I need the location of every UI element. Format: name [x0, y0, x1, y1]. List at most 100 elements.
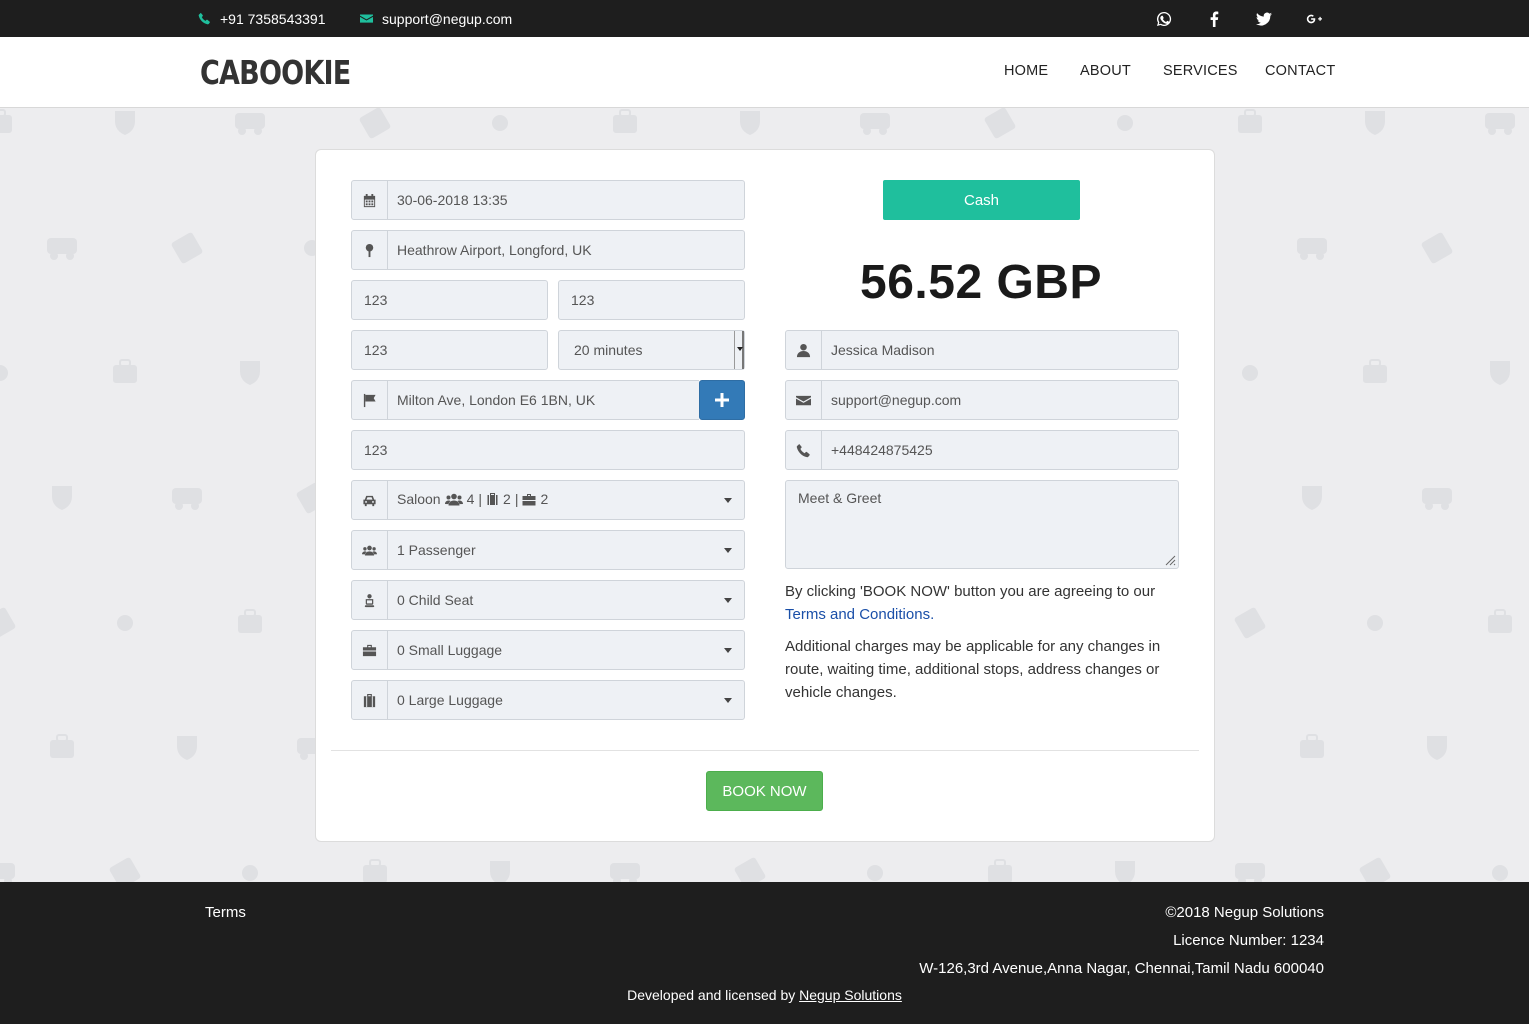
background-pattern-shape — [1244, 109, 1256, 117]
dropdown-caret-icon — [724, 598, 732, 603]
background-pattern-shape — [994, 859, 1006, 867]
payment-cash-button[interactable]: Cash — [883, 180, 1080, 220]
phone-input[interactable]: +448424875425 — [785, 430, 1179, 470]
field-c-input[interactable]: 123 — [351, 330, 548, 370]
top-phone[interactable]: +91 7358543391 — [198, 0, 326, 37]
background-pattern-shape — [1422, 488, 1452, 504]
price-total: 56.52 GBP — [860, 256, 1102, 309]
footer-terms-link[interactable]: Terms — [205, 904, 246, 921]
wait-time-select[interactable]: 20 minutes — [558, 330, 745, 370]
car-icon — [352, 481, 388, 519]
background-pattern-shape — [619, 109, 631, 117]
field-a-input[interactable]: 123 — [351, 280, 548, 320]
background-pattern-shape — [115, 111, 135, 135]
background-pattern-shape — [109, 857, 141, 882]
add-stop-button[interactable] — [699, 380, 745, 420]
vehicle-separator: | — [478, 491, 483, 507]
background-pattern-shape — [740, 111, 760, 135]
nav-about[interactable]: ABOUT — [1080, 63, 1131, 79]
google-plus-icon[interactable] — [1302, 0, 1326, 37]
footer: Terms ©2018 Negup Solutions Licence Numb… — [0, 882, 1529, 1024]
background-pattern-shape — [1117, 115, 1133, 131]
dropoff-input[interactable]: Milton Ave, London E6 1BN, UK — [351, 380, 699, 420]
envelope-icon — [360, 14, 373, 23]
datetime-value: 30-06-2018 13:35 — [397, 192, 508, 208]
small-luggage-select[interactable]: 0 Small Luggage — [351, 630, 745, 670]
booking-card: 30-06-2018 13:35 Heathrow Airport, Longf… — [315, 149, 1215, 842]
background-pattern-shape — [1306, 734, 1318, 742]
background-pattern-shape — [117, 615, 133, 631]
background-pattern-shape — [172, 488, 202, 504]
pickup-input[interactable]: Heathrow Airport, Longford, UK — [351, 230, 745, 270]
card-divider — [331, 750, 1199, 751]
footer-copyright: ©2018 Negup Solutions — [1165, 904, 1324, 921]
book-now-button[interactable]: BOOK NOW — [706, 771, 823, 811]
background-pattern-shape — [191, 502, 199, 510]
datetime-input[interactable]: 30-06-2018 13:35 — [351, 180, 745, 220]
vehicle-name: Saloon — [397, 491, 441, 507]
field-b-value: 123 — [571, 292, 595, 308]
field-d-input[interactable]: 123 — [351, 430, 745, 470]
background-pattern-shape — [359, 108, 391, 139]
twitter-icon[interactable] — [1252, 0, 1276, 37]
background-pattern-shape — [1302, 486, 1322, 510]
background-pattern-shape — [238, 615, 262, 633]
email-input[interactable]: support@negup.com — [785, 380, 1179, 420]
vehicle-value: Saloon 4 | 2 | 2 — [397, 491, 548, 507]
facebook-icon[interactable] — [1202, 0, 1226, 37]
background-pattern-shape — [1488, 127, 1496, 135]
child-seat-select[interactable]: 0 Child Seat — [351, 580, 745, 620]
whatsapp-icon[interactable] — [1152, 0, 1176, 37]
dropoff-value: Milton Ave, London E6 1BN, UK — [397, 392, 596, 408]
name-input[interactable]: Jessica Madison — [785, 330, 1179, 370]
background-pattern-shape — [879, 127, 887, 135]
map-pin-icon — [352, 231, 388, 269]
background-pattern-shape — [1363, 365, 1387, 383]
footer-dev-link[interactable]: Negup Solutions — [799, 987, 902, 1003]
background-pattern-shape — [1367, 615, 1383, 631]
notes-textarea[interactable]: Meet & Greet — [785, 480, 1179, 569]
field-a-value: 123 — [364, 292, 388, 308]
background-pattern-shape — [1300, 740, 1324, 758]
vehicle-select[interactable]: Saloon 4 | 2 | 2 — [351, 480, 745, 520]
agreement-sentence: By clicking 'BOOK NOW' button you are ag… — [785, 583, 1156, 600]
background-pattern-shape — [1494, 609, 1506, 617]
background-pattern-shape — [1485, 113, 1515, 129]
field-b-input[interactable]: 123 — [558, 280, 745, 320]
background-pattern-shape — [50, 252, 58, 260]
email-value: support@negup.com — [831, 392, 962, 408]
background-pattern-shape — [175, 502, 183, 510]
background-pattern-shape — [244, 609, 256, 617]
dropdown-caret-icon — [724, 648, 732, 653]
background-pattern-shape — [1490, 361, 1510, 385]
top-email[interactable]: support@negup.com — [360, 0, 512, 37]
passengers-select[interactable]: 1 Passenger — [351, 530, 745, 570]
phone-icon — [198, 12, 210, 25]
background-pattern-shape — [1300, 252, 1308, 260]
background-pattern-shape — [860, 113, 890, 129]
notes-value: Meet & Greet — [798, 490, 882, 506]
background-pattern-shape — [984, 108, 1016, 139]
nav-services[interactable]: SERVICES — [1163, 63, 1238, 79]
large-luggage-value: 0 Large Luggage — [397, 692, 503, 708]
background-pattern-shape — [1488, 615, 1512, 633]
main-navbar: CABOOKIE HOME ABOUT SERVICES CONTACT — [0, 37, 1529, 108]
user-icon — [786, 331, 822, 369]
vehicle-large-luggage-count: 2 — [503, 491, 511, 507]
child-seat-icon — [352, 581, 388, 619]
background-pattern-shape — [1238, 115, 1262, 133]
background-pattern-shape — [492, 115, 508, 131]
large-luggage-select[interactable]: 0 Large Luggage — [351, 680, 745, 720]
nav-contact[interactable]: CONTACT — [1265, 63, 1335, 79]
background-pattern-shape — [1242, 365, 1258, 381]
nav-home[interactable]: HOME — [1004, 63, 1048, 79]
select-arrow — [734, 331, 744, 369]
name-value: Jessica Madison — [831, 342, 935, 358]
background-pattern-shape — [1421, 232, 1453, 264]
background-pattern-shape — [242, 865, 258, 881]
top-phone-text: +91 7358543391 — [220, 10, 326, 27]
terms-link[interactable]: Terms and Conditions. — [785, 606, 934, 623]
background-pattern-shape — [1235, 863, 1265, 879]
site-logo[interactable]: CABOOKIE — [200, 53, 351, 92]
resize-grip-icon[interactable] — [1164, 554, 1176, 566]
